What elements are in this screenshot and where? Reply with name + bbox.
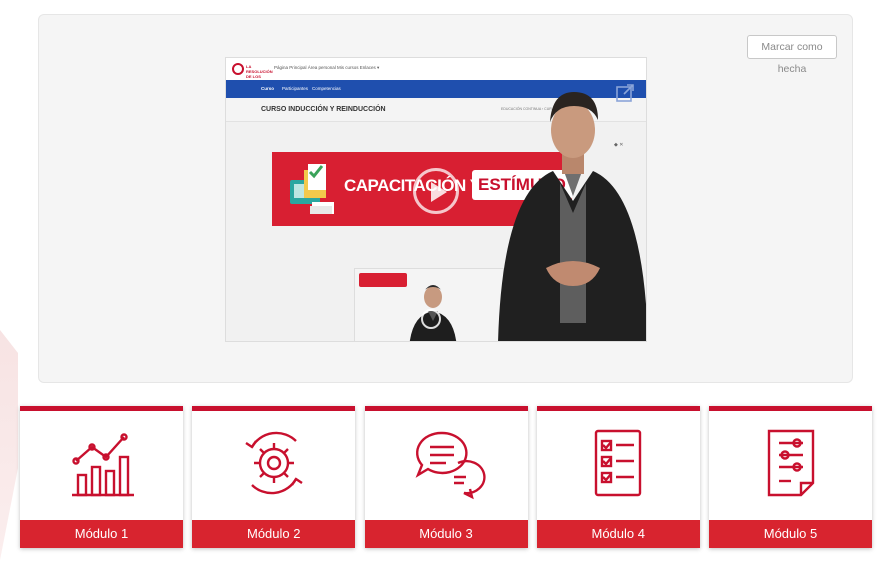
process-document-icon	[767, 429, 814, 497]
mark-as-done-button[interactable]: Marcar como hecha	[747, 35, 837, 75]
documents-illustration-icon	[290, 164, 334, 214]
module-card-5[interactable]: Módulo 5	[709, 406, 872, 548]
play-icon[interactable]	[413, 168, 459, 214]
background-decoration	[0, 330, 18, 560]
chart-growth-icon	[71, 433, 134, 497]
module-card-2[interactable]: Módulo 2	[192, 406, 356, 548]
chat-bubbles-icon	[415, 431, 486, 500]
site-logo: LA RESOLUCIÓN DE LOS LLANOS	[232, 62, 273, 84]
video-player[interactable]: LA RESOLUCIÓN DE LOS LLANOS Página Princ…	[225, 57, 647, 342]
activity-card: Marcar como hecha LA RESOLUCIÓN DE LOS L…	[38, 14, 853, 383]
module-card-3[interactable]: Módulo 3	[364, 406, 528, 548]
module-label: Módulo 4	[536, 520, 700, 548]
module-label: Módulo 1	[20, 520, 183, 548]
checklist-icon	[595, 429, 642, 497]
module-label: Módulo 2	[192, 520, 356, 548]
embedded-video-thumbnail	[354, 268, 504, 341]
site-menu: Página Principal Área personal Mis curso…	[274, 65, 380, 70]
gear-cycle-icon	[245, 431, 303, 495]
module-label: Módulo 3	[364, 520, 528, 548]
module-card-4[interactable]: Módulo 4	[536, 406, 700, 548]
course-title: CURSO INDUCCIÓN Y REINDUCCIÓN	[261, 106, 386, 113]
module-label: Módulo 5	[709, 520, 872, 548]
embedded-logo	[359, 273, 407, 287]
presenter-icon	[498, 92, 646, 341]
video-site-topbar: LA RESOLUCIÓN DE LOS LLANOS Página Princ…	[226, 58, 646, 84]
embedded-play-icon	[421, 309, 441, 329]
modules-grid: Módulo 1 Módulo 2 Módulo 3 Módulo 4 Módu…	[20, 406, 872, 548]
module-card-1[interactable]: Módulo 1	[20, 406, 183, 548]
